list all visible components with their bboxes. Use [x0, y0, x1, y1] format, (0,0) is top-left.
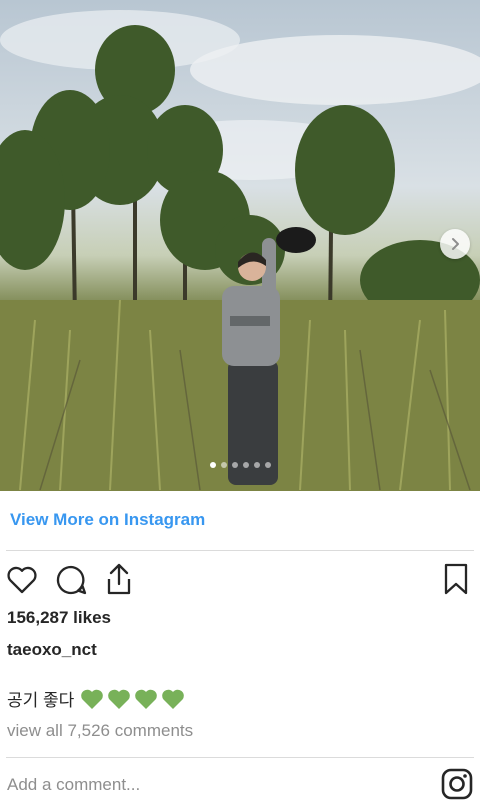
- green-heart-icon: [135, 689, 158, 709]
- bookmark-icon[interactable]: [442, 562, 470, 596]
- carousel-dot: [264, 462, 271, 468]
- carousel-dot: [253, 462, 260, 468]
- carousel-dot-active: [209, 462, 216, 468]
- carousel-dot: [220, 462, 227, 468]
- view-more-link[interactable]: View More on Instagram: [10, 510, 205, 530]
- post-caption: 공기 좋다: [7, 686, 185, 711]
- green-heart-icon: [162, 689, 185, 709]
- green-heart-icon: [81, 689, 104, 709]
- add-comment-field[interactable]: Add a comment...: [7, 775, 140, 795]
- heart-outline-icon[interactable]: [6, 564, 38, 594]
- carousel-dot: [231, 462, 238, 468]
- chevron-right-icon: [452, 238, 459, 250]
- carousel-indicator: [0, 462, 480, 468]
- view-all-comments-link[interactable]: view all 7,526 comments: [7, 721, 193, 741]
- caption-emojis: [80, 688, 185, 710]
- share-upload-icon[interactable]: [103, 562, 135, 596]
- caption-text: 공기 좋다: [7, 691, 75, 710]
- likes-count[interactable]: 156,287 likes: [7, 608, 111, 628]
- post-username[interactable]: taeoxo_nct: [7, 640, 97, 660]
- carousel-next-button[interactable]: [440, 229, 470, 259]
- instagram-logo-icon[interactable]: [441, 768, 473, 800]
- post-photo[interactable]: [0, 0, 480, 491]
- divider: [6, 757, 474, 758]
- comment-bubble-icon[interactable]: [55, 564, 87, 596]
- green-heart-icon: [108, 689, 131, 709]
- divider: [6, 550, 474, 551]
- carousel-dot: [242, 462, 249, 468]
- post-photo-illustration: [0, 10, 480, 491]
- action-bar: [0, 562, 480, 596]
